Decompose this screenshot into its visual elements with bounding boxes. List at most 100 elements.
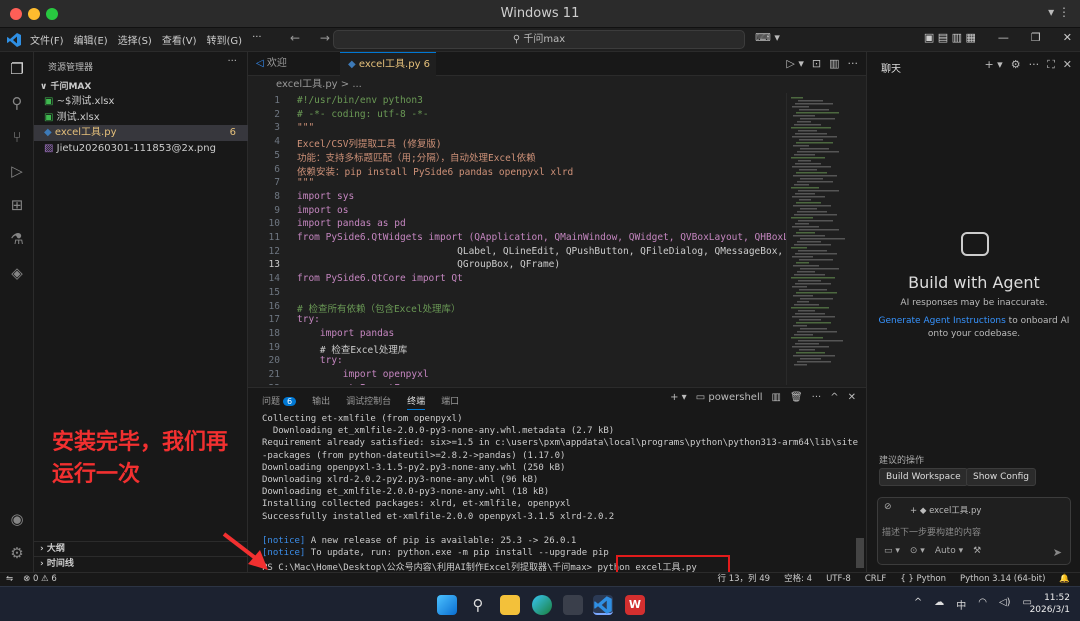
search-icon[interactable]: ⚲ [468, 595, 488, 615]
code-line[interactable]: 依赖安装：pip install PySide6 pandas openpyxl… [297, 164, 573, 178]
code-line[interactable]: # 检查Excel处理库 [297, 342, 408, 356]
scrollbar[interactable] [856, 538, 864, 568]
notification-icon[interactable]: 🔔 [1059, 573, 1070, 586]
chat-input-placeholder[interactable]: 描述下一步要构建的内容 [882, 525, 981, 538]
testing-icon[interactable]: ⚗ [8, 230, 26, 248]
search-icon[interactable]: ⚲ [8, 94, 26, 112]
minimap-line [792, 106, 809, 108]
file-item[interactable]: ▣ ~$测试.xlsx [34, 94, 248, 110]
code-line[interactable]: try: [297, 314, 320, 325]
copilot-icon[interactable]: ⌨ ▾ [755, 31, 780, 44]
line-ending[interactable]: CRLF [865, 573, 886, 586]
extensions-icon[interactable]: ⊞ [8, 196, 26, 214]
attach-icon[interactable]: ⊘ [884, 502, 892, 512]
cursor-position[interactable]: 行 13，列 49 [718, 573, 771, 586]
wps-icon[interactable]: W [625, 595, 645, 615]
generate-instructions-link[interactable]: Generate Agent Instructions [879, 316, 1006, 326]
menu-edit[interactable]: 编辑(E) [74, 32, 108, 47]
code-line[interactable]: import os [297, 205, 348, 216]
edge-icon[interactable] [532, 595, 552, 615]
code-line[interactable]: QLabel, QLineEdit, QPushButton, QFileDia… [297, 246, 783, 257]
file-explorer-icon[interactable] [500, 595, 520, 615]
code-line[interactable]: # 检查所有依赖（包含Excel处理库） [297, 301, 461, 315]
minimap-line [791, 187, 819, 189]
code-line[interactable]: from PySide6.QtWidgets import (QApplicat… [297, 232, 786, 243]
line-number: 2 [274, 108, 280, 120]
source-control-icon[interactable]: ⑂ [8, 128, 26, 146]
minimap-line [799, 229, 839, 231]
encoding[interactable]: UTF-8 [826, 573, 851, 586]
code-line[interactable]: import sys [297, 191, 354, 202]
breadcrumb[interactable]: excel工具.py > ... [248, 76, 866, 93]
tab-welcome[interactable]: ◁ 欢迎 [248, 52, 340, 76]
code-line[interactable]: try: [297, 355, 343, 366]
python-interpreter[interactable]: Python 3.14 (64-bit) [960, 573, 1045, 586]
code-line[interactable]: """ [297, 122, 314, 133]
store-icon[interactable] [563, 595, 583, 615]
start-icon[interactable] [437, 595, 457, 615]
file-item[interactable]: ▣ 测试.xlsx [34, 110, 248, 126]
menu-selection[interactable]: 选择(S) [118, 32, 152, 47]
account-icon[interactable]: ◉ [8, 510, 26, 528]
chat-input-box[interactable]: ⊘ + ◆ excel工具.py 描述下一步要构建的内容 ▭ ▾ ⊙ ▾ Auto … [877, 497, 1071, 565]
code-line[interactable]: import pandas as pd [297, 218, 406, 229]
gear-icon[interactable]: ⚙ [8, 544, 26, 562]
tab-terminal[interactable]: 终端 [407, 394, 426, 410]
code-line[interactable]: import openpyxl [297, 369, 429, 380]
minimap-line [798, 190, 839, 192]
code-line[interactable]: Excel/CSV列提取工具 (修复版) [297, 136, 442, 150]
tab-ports[interactable]: 端口 [441, 394, 459, 410]
code-line[interactable]: 功能：支持多标题匹配（用;分隔），自动处理Excel依赖 [297, 150, 536, 164]
build-workspace-button[interactable]: Build Workspace [879, 468, 968, 486]
file-item[interactable]: ▨ Jietu20260301-111853@2x.png [34, 141, 248, 157]
minimap-line [792, 286, 807, 288]
outline-section[interactable]: › 大纲 [34, 541, 248, 556]
timeline-section[interactable]: › 时间线 [34, 556, 248, 571]
send-icon[interactable]: ➤ [1053, 546, 1062, 559]
python-icon[interactable]: ◈ [8, 264, 26, 282]
menu-more[interactable]: ··· [252, 32, 262, 47]
code-line[interactable]: QGroupBox, QFrame) [297, 259, 560, 270]
system-tray[interactable]: ^ ☁ 中 ◠ ◁) ▭ [914, 597, 1032, 612]
context-file-chip[interactable]: + ◆ excel工具.py [910, 504, 981, 516]
chat-header[interactable]: 聊天 [881, 60, 901, 75]
terminal-line: Downloading et_xmlfile-2.0.0-py3-none-an… [262, 487, 550, 498]
code-line[interactable]: import pandas [297, 328, 394, 339]
chat-actions[interactable]: + ▾ ⚙ ··· ⛶ ✕ [984, 58, 1072, 72]
minimap-line [799, 169, 817, 171]
run-debug-icon[interactable]: ▷ [8, 162, 26, 180]
vscode-taskbar-icon[interactable] [593, 595, 613, 615]
code-editor[interactable]: 1 #!/usr/bin/env python3 2 # -*- coding: ut… [248, 93, 786, 385]
minimap-line [793, 145, 809, 147]
chevron-down-icon[interactable]: ▾ ⋮ [1048, 5, 1070, 19]
code-line[interactable]: from PySide6.QtCore import Qt [297, 273, 463, 284]
editor-actions[interactable]: ▷ ▾ ⊡ ▥ ··· [786, 57, 858, 70]
code-line[interactable]: #!/usr/bin/env python3 [297, 95, 423, 106]
show-config-button[interactable]: Show Config [966, 468, 1037, 486]
file-item-active[interactable]: ◆ excel工具.py 6 [34, 125, 248, 141]
language-mode[interactable]: { } Python [900, 573, 946, 586]
menu-file[interactable]: 文件(F) [30, 32, 64, 47]
code-line[interactable]: except ImportError: [297, 383, 429, 385]
remote-icon[interactable]: ⇋ [6, 573, 13, 586]
menu-view[interactable]: 查看(V) [162, 32, 197, 47]
tab-debug-console[interactable]: 调试控制台 [346, 394, 391, 410]
tab-output[interactable]: 输出 [312, 394, 330, 410]
code-line[interactable]: # -*- coding: utf-8 -*- [297, 109, 429, 120]
menu-go[interactable]: 转到(G) [207, 32, 243, 47]
layout-controls[interactable]: ▣ ▤ ▥ ▦ — ❐ ✕ [924, 31, 1072, 44]
clock[interactable]: 11:52 2026/3/1 [1030, 592, 1070, 616]
chat-tools[interactable]: ▭ ▾ ⊙ ▾ Auto ▾ ⚒ [884, 546, 981, 556]
panel-actions[interactable]: + ▾ ▭ powershell ▥ 🗑 ··· ^ ✕ [670, 392, 856, 403]
problems-status[interactable]: ⊗ 0 ⚠ 6 [23, 573, 57, 586]
explorer-icon[interactable]: ❐ [8, 60, 26, 78]
folder-root[interactable]: ∨ 千问MAX [34, 79, 248, 95]
tab-excel-tool[interactable]: ◆ excel工具.py 6 ✕ [340, 52, 436, 94]
code-line[interactable]: """ [297, 177, 314, 188]
nav-arrows[interactable]: ← → [290, 31, 338, 45]
more-icon[interactable]: ··· [227, 56, 237, 67]
indentation[interactable]: 空格: 4 [784, 573, 812, 586]
minimap[interactable] [786, 93, 866, 385]
command-search-input[interactable]: ⚲ 千问max [333, 30, 745, 49]
tab-problems[interactable]: 问题 6 [262, 394, 297, 410]
